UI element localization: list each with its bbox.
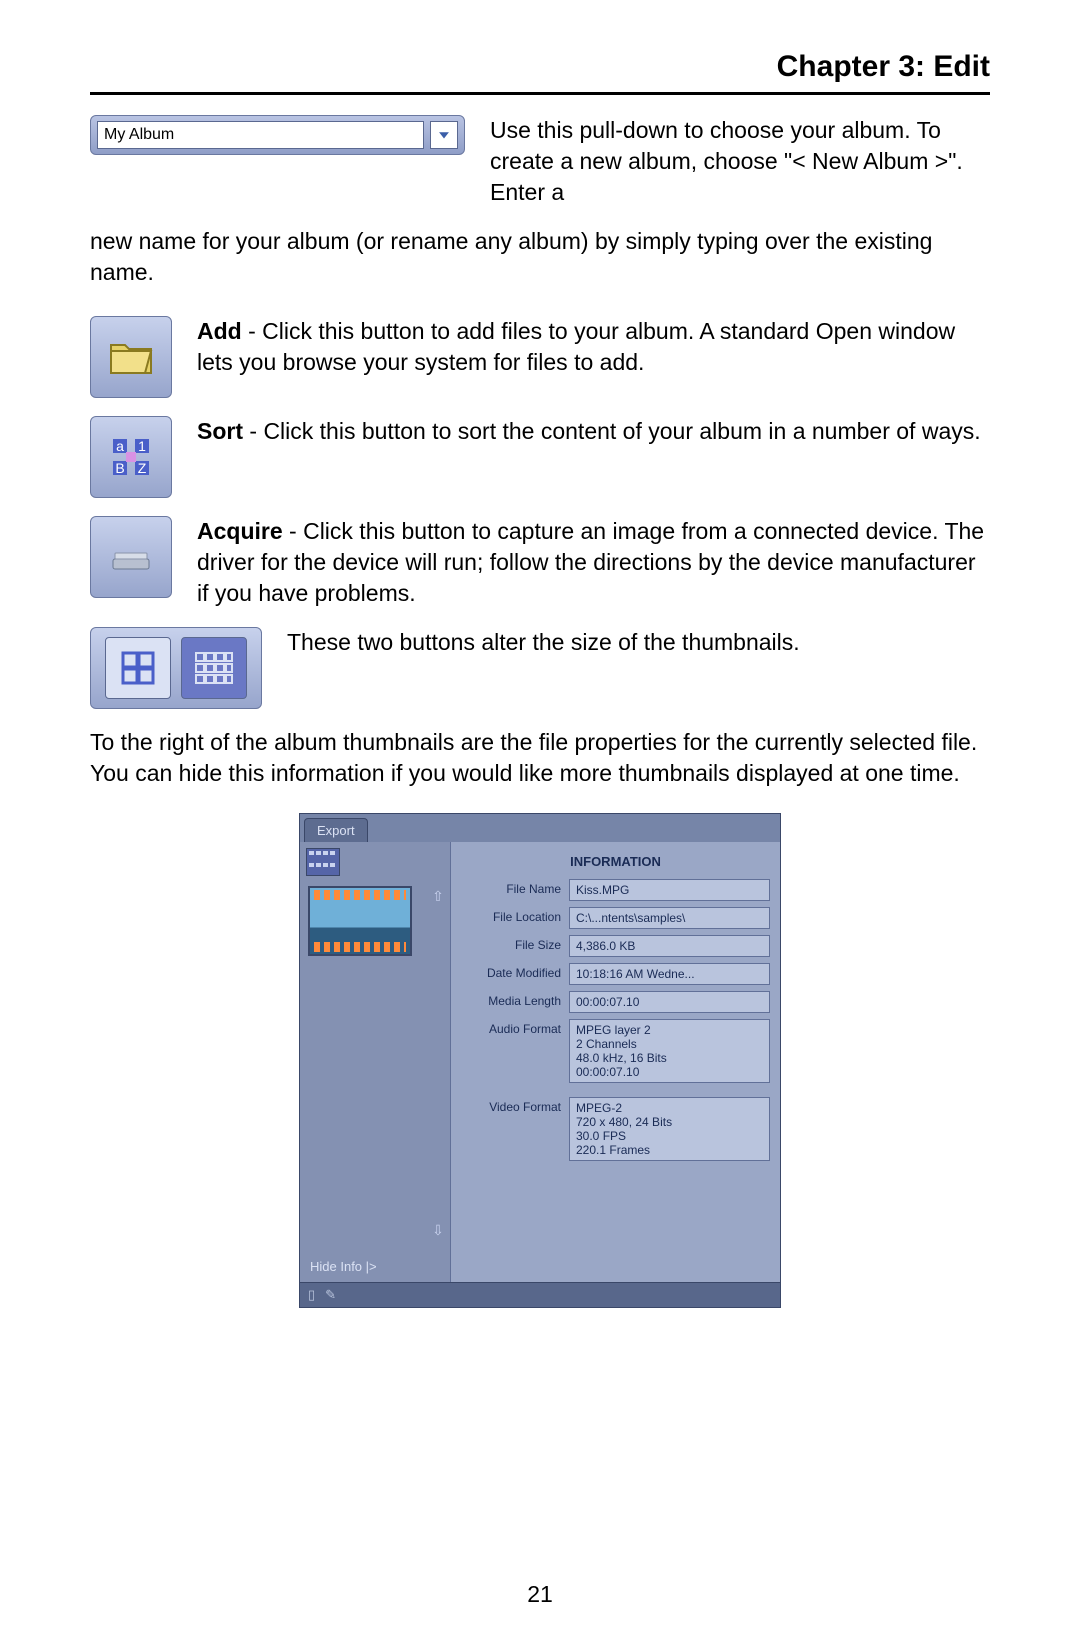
- thumbs-column: ⇧ ⇩ Hide Info |>: [300, 842, 451, 1282]
- acquire-row: Acquire - Click this button to capture a…: [90, 516, 990, 609]
- chevron-down-icon[interactable]: [430, 121, 458, 149]
- svg-text:a: a: [116, 438, 124, 454]
- value-file-name: Kiss.MPG: [569, 879, 770, 901]
- info-panel-footer: ▯ ✎: [300, 1282, 780, 1307]
- info-panel-tabs: Export: [300, 814, 780, 842]
- label-media-length: Media Length: [461, 991, 569, 1008]
- manual-page: Chapter 3: Edit My Album Use this pull-d…: [0, 0, 1080, 1648]
- label-file-size: File Size: [461, 935, 569, 952]
- add-description: Add - Click this button to add files to …: [197, 316, 990, 378]
- pencil-icon[interactable]: ✎: [325, 1287, 336, 1303]
- label-date-modified: Date Modified: [461, 963, 569, 980]
- info-panel-body: ⇧ ⇩ Hide Info |> INFORMATION File NameKi…: [300, 842, 780, 1282]
- album-pulldown[interactable]: My Album: [90, 115, 465, 155]
- add-label: Add: [197, 318, 242, 344]
- large-thumbnails-button[interactable]: [105, 637, 171, 699]
- acquire-label: Acquire: [197, 518, 283, 544]
- sort-row: a 1 B Z Sort - Click this button to sort…: [90, 416, 990, 498]
- scroll-up-icon[interactable]: ⇧: [430, 888, 446, 904]
- scroll-down-icon[interactable]: ⇩: [430, 1222, 446, 1238]
- grid-view-icon[interactable]: [306, 848, 340, 876]
- acquire-text: - Click this button to capture an image …: [197, 518, 984, 606]
- value-video-format: MPEG-2 720 x 480, 24 Bits 30.0 FPS 220.1…: [569, 1097, 770, 1161]
- sort-description: Sort - Click this button to sort the con…: [197, 416, 990, 447]
- thumbnail-size-buttons: [90, 627, 262, 709]
- label-audio-format: Audio Format: [461, 1019, 569, 1036]
- scanner-icon[interactable]: [90, 516, 172, 598]
- small-thumbnails-button[interactable]: [181, 637, 247, 699]
- sort-label: Sort: [197, 418, 243, 444]
- properties-text: To the right of the album thumbnails are…: [90, 727, 990, 789]
- value-date-modified: 10:18:16 AM Wedne...: [569, 963, 770, 985]
- info-panel-wrap: Export ⇧ ⇩ Hide Info |> INFORMATION File…: [90, 813, 990, 1308]
- thumbnail-size-row: These two buttons alter the size of the …: [90, 627, 990, 709]
- sort-icon[interactable]: a 1 B Z: [90, 416, 172, 498]
- value-media-length: 00:00:07.10: [569, 991, 770, 1013]
- album-pulldown-row: My Album Use this pull-down to choose yo…: [90, 115, 990, 208]
- folder-open-icon[interactable]: [90, 316, 172, 398]
- svg-text:1: 1: [138, 438, 146, 454]
- chapter-title: Chapter 3: Edit: [90, 50, 990, 95]
- album-pulldown-value[interactable]: My Album: [97, 121, 424, 149]
- pulldown-cont-text: new name for your album (or rename any a…: [90, 226, 990, 288]
- info-details: INFORMATION File NameKiss.MPG File Locat…: [451, 842, 780, 1282]
- add-row: Add - Click this button to add files to …: [90, 316, 990, 398]
- video-thumbnail[interactable]: [308, 886, 412, 956]
- thumbnail-size-text: These two buttons alter the size of the …: [287, 627, 990, 658]
- export-tab[interactable]: Export: [304, 818, 368, 842]
- svg-text:B: B: [115, 460, 124, 476]
- hide-info-button[interactable]: Hide Info |>: [310, 1259, 377, 1274]
- label-file-location: File Location: [461, 907, 569, 924]
- clipboard-icon[interactable]: ▯: [308, 1287, 315, 1303]
- add-text: - Click this button to add files to your…: [197, 318, 955, 375]
- label-file-name: File Name: [461, 879, 569, 896]
- page-number: 21: [0, 1581, 1080, 1608]
- acquire-description: Acquire - Click this button to capture a…: [197, 516, 990, 609]
- value-file-location: C:\...ntents\samples\: [569, 907, 770, 929]
- info-panel: Export ⇧ ⇩ Hide Info |> INFORMATION File…: [299, 813, 781, 1308]
- sort-text: - Click this button to sort the content …: [243, 418, 981, 444]
- svg-text:Z: Z: [138, 460, 147, 476]
- pulldown-intro-text: Use this pull-down to choose your album.…: [490, 115, 990, 208]
- label-video-format: Video Format: [461, 1097, 569, 1114]
- info-title: INFORMATION: [461, 854, 770, 869]
- value-file-size: 4,386.0 KB: [569, 935, 770, 957]
- value-audio-format: MPEG layer 2 2 Channels 48.0 kHz, 16 Bit…: [569, 1019, 770, 1083]
